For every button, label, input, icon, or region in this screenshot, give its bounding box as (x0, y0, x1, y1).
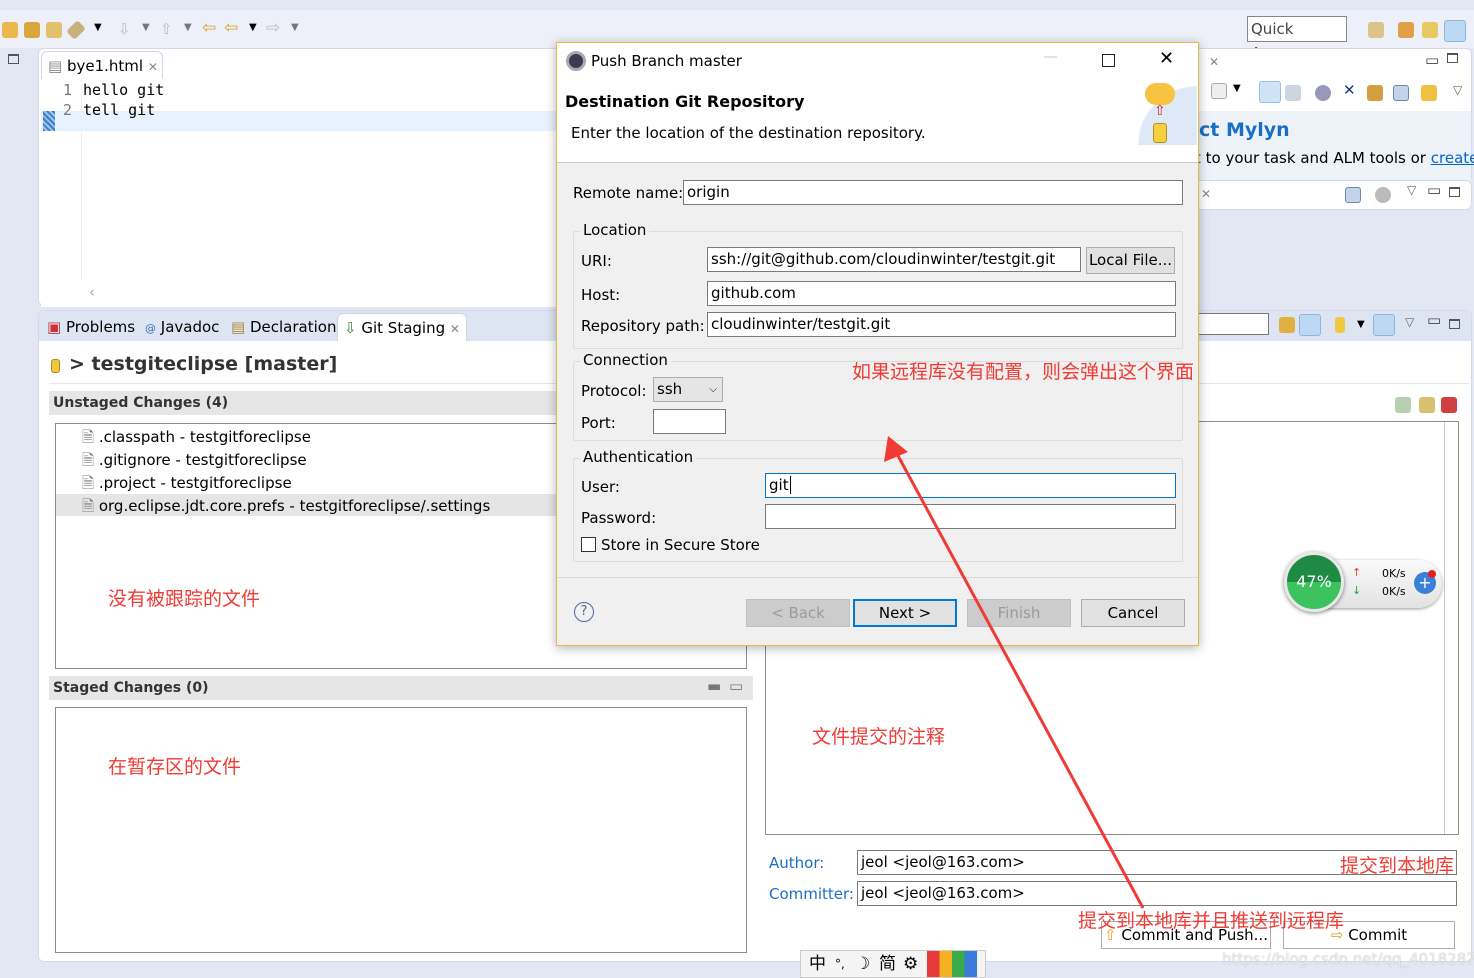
ime-skin-icon (927, 951, 977, 977)
watermark: https://blog.csdn.net/qq_40182873 (1222, 950, 1474, 968)
ime-settings-icon[interactable]: ⚙ (903, 951, 918, 977)
annotation-commit-push: 提交到本地库并且推送到远程库 (1078, 910, 1345, 932)
ime-width-icon[interactable]: ☽ (855, 951, 870, 977)
annotation-arrow (884, 436, 1145, 909)
ime-language[interactable]: 中 (809, 951, 826, 977)
ime-toolbar[interactable]: 中 °, ☽ 简 ⚙ (800, 950, 986, 978)
arrow-line (894, 451, 1145, 909)
arrow-head (884, 436, 908, 462)
ime-simplified[interactable]: 简 (879, 951, 896, 977)
ime-punctuation[interactable]: °, (835, 951, 845, 977)
